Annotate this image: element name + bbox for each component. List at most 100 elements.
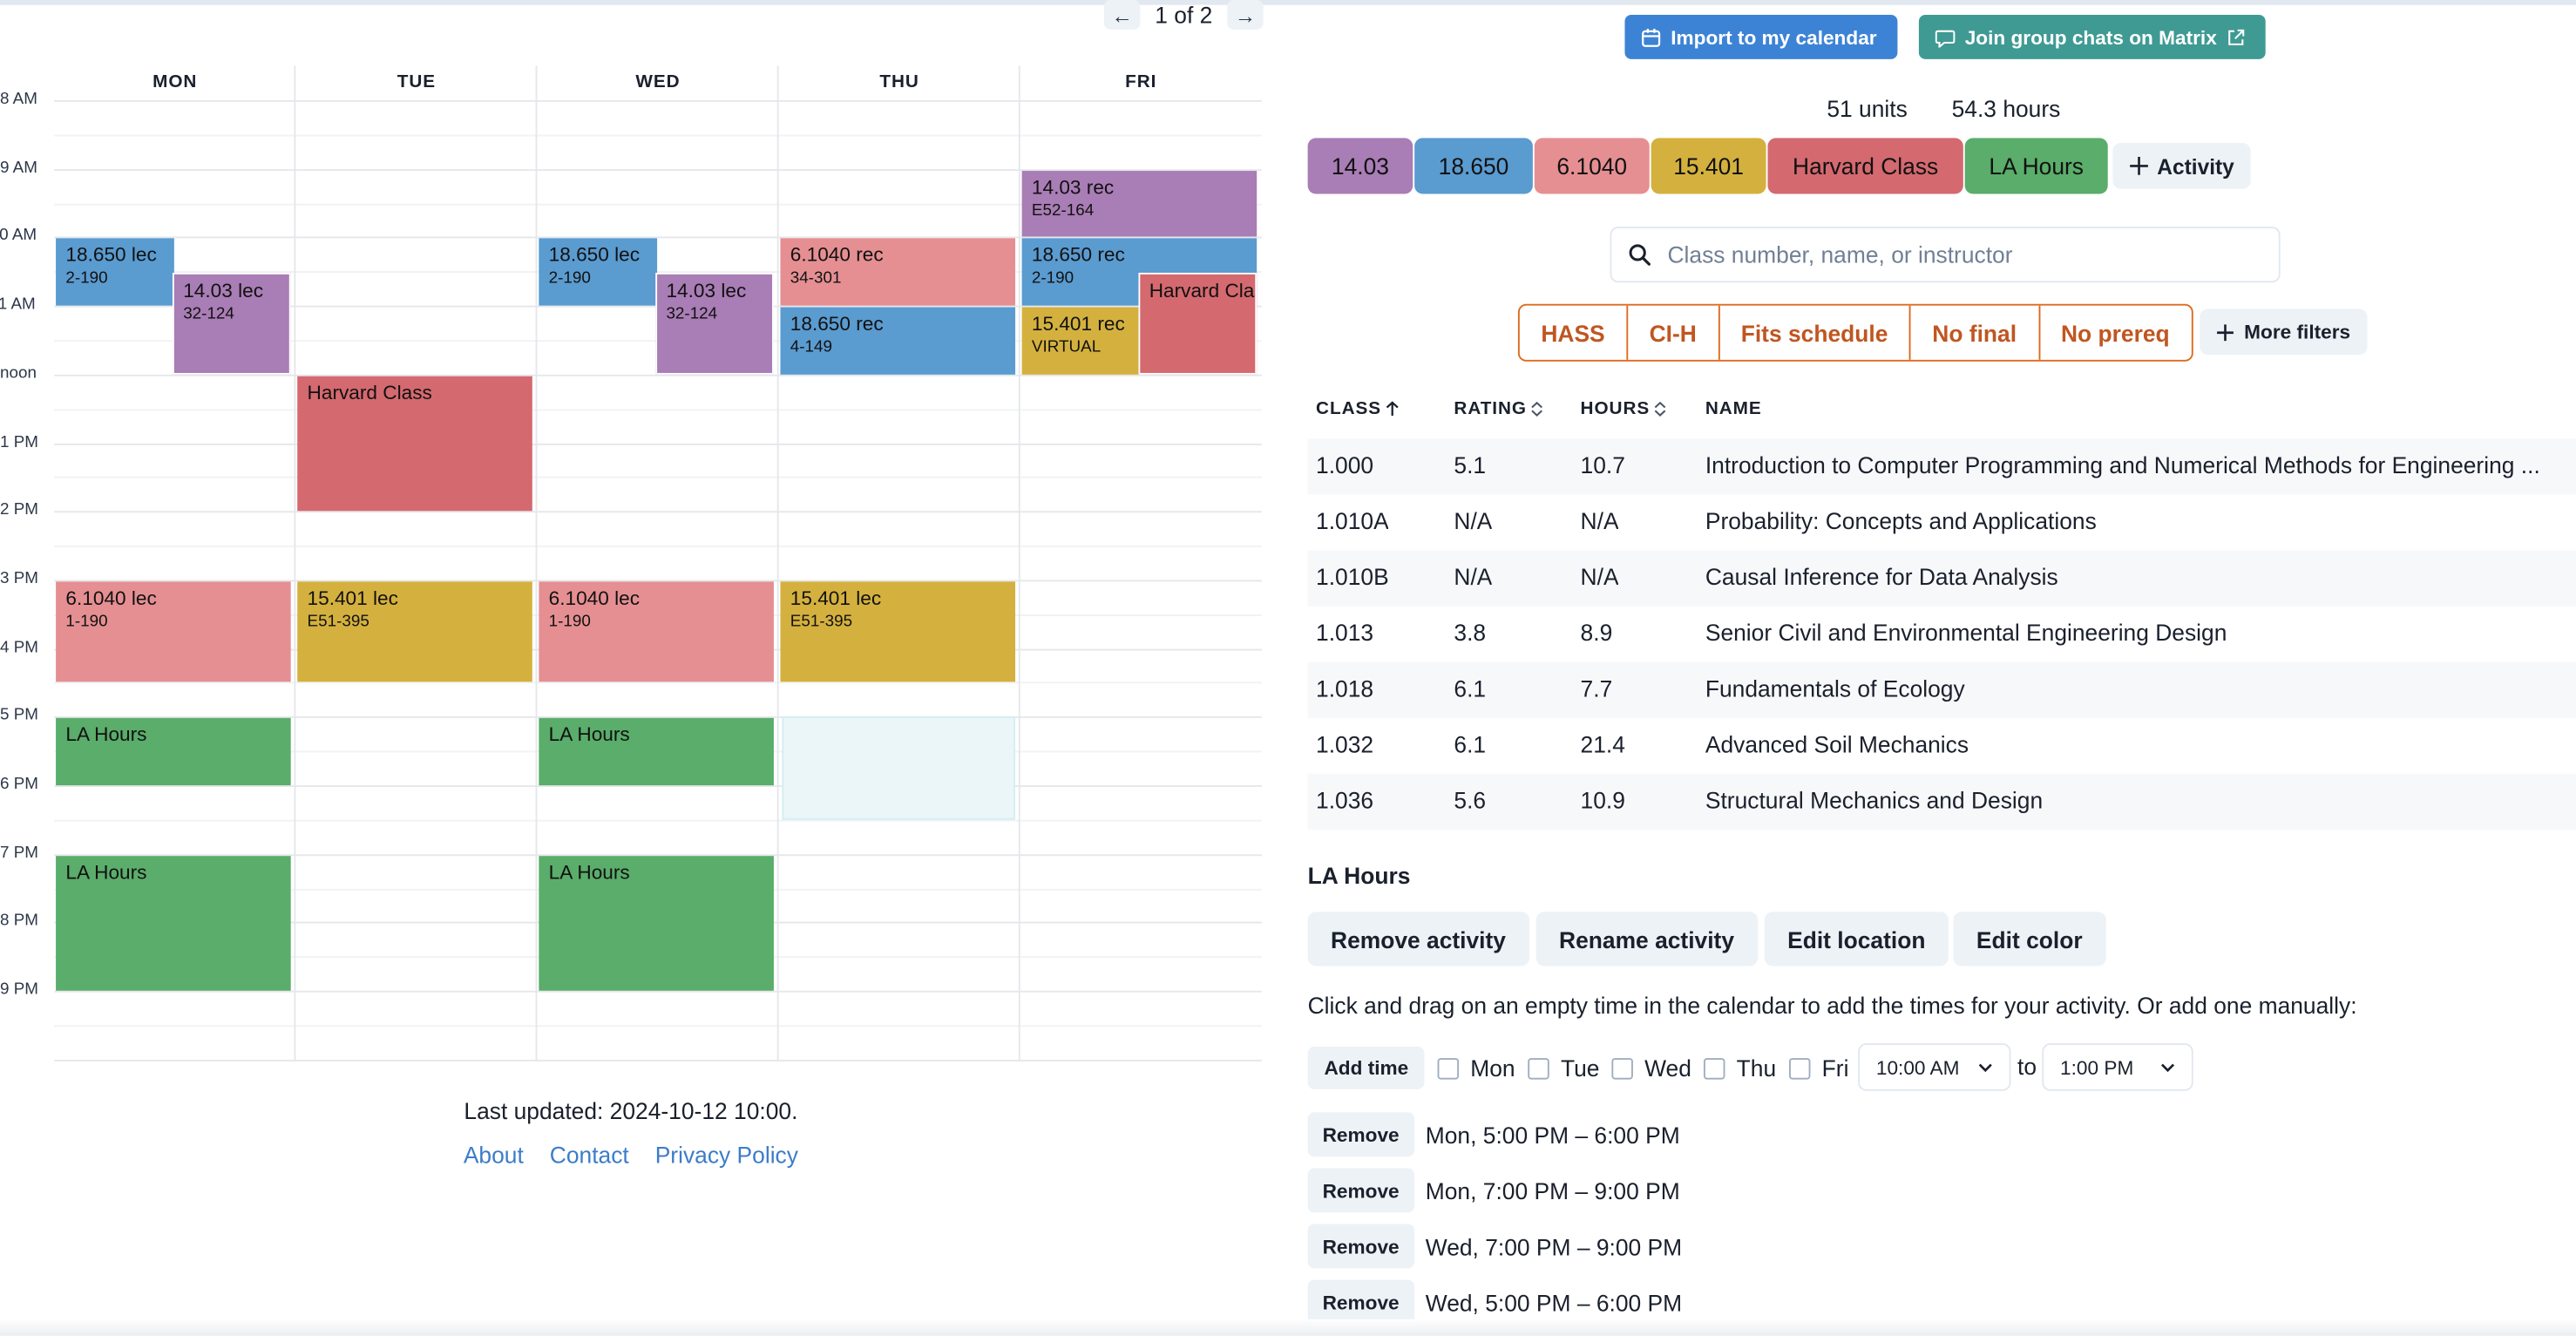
activity-time-text: Wed, 7:00 PM – 9:00 PM (1425, 1232, 1683, 1260)
event-title: 14.03 lec (666, 279, 747, 303)
calendar-event[interactable]: LA Hours (56, 855, 291, 991)
import-calendar-button[interactable]: Import to my calendar (1624, 14, 1898, 59)
filter-no-final[interactable]: No final (1911, 305, 2040, 360)
grid-line (54, 99, 1262, 102)
calendar-event[interactable]: 18.650 lec 2-190 (56, 239, 173, 306)
calendar-event[interactable]: 18.650 lec 2-190 (539, 239, 657, 306)
sort-ascending-icon (1386, 401, 1399, 416)
event-room: E52-164 (1031, 201, 1095, 220)
prev-schedule-button[interactable]: ← (1103, 0, 1141, 30)
more-filters-button[interactable]: More filters (2200, 309, 2367, 356)
start-time-select[interactable]: 10:00 AM (1858, 1043, 2011, 1091)
remove-time-button[interactable]: Remove (1307, 1168, 1414, 1213)
checkbox[interactable] (1611, 1057, 1633, 1079)
table-row[interactable]: 1.013 3.8 8.9 Senior Civil and Environmenta… (1308, 607, 2576, 662)
day-header: TUE (397, 71, 437, 92)
calendar-event[interactable]: 14.03 rec E52-164 (1021, 170, 1257, 238)
column-header-class[interactable]: CLASS (1316, 399, 1400, 419)
table-row[interactable]: 1.018 6.1 7.7 Fundamentals of Ecology (1307, 661, 2576, 718)
table-row[interactable]: 1.032 6.1 21.4 Advanced Soil Mechanics (1308, 718, 2576, 774)
day-checkbox-thu[interactable]: Thu (1703, 1053, 1776, 1082)
grid-line (54, 443, 1262, 444)
day-label: Wed (1644, 1055, 1691, 1082)
selected-time-slot[interactable] (782, 716, 1016, 820)
class-pill[interactable]: Harvard Class (1767, 138, 1963, 194)
day-header: FRI (1125, 71, 1157, 92)
calendar-event[interactable]: Harvard Class (1137, 273, 1257, 375)
event-title: LA Hours (548, 860, 630, 884)
day-checkbox-fri[interactable]: Fri (1788, 1053, 1848, 1082)
day-checkbox-tue[interactable]: Tue (1528, 1053, 1599, 1082)
calendar-event[interactable]: LA Hours (539, 855, 774, 991)
calendar-event[interactable]: 15.401 lec E51-395 (297, 581, 532, 683)
last-updated: Last updated: 2024-10-12 10:00. (464, 1097, 798, 1124)
table-row[interactable]: 1.036 5.6 10.9 Structural Mechanics and Des… (1307, 773, 2576, 831)
calendar-event[interactable]: 6.1040 lec 1-190 (539, 581, 774, 683)
event-title: LA Hours (65, 723, 147, 747)
calendar-event[interactable]: 15.401 rec VIRTUAL (1021, 307, 1140, 375)
calendar-event[interactable]: LA Hours (56, 718, 291, 786)
class-pill[interactable]: 6.1040 (1534, 138, 1650, 194)
next-schedule-button[interactable]: → (1227, 0, 1264, 30)
class-number: 1.013 (1316, 619, 1374, 646)
rename-activity-button[interactable]: Rename activity (1535, 912, 1758, 966)
checkbox[interactable] (1437, 1057, 1460, 1079)
calendar[interactable]: MON TUE WED THU FRI 8 AM 9 AM 10 AM 11 AM noon 1 P… (0, 65, 1262, 1061)
remove-time-button[interactable]: Remove (1307, 1224, 1414, 1269)
class-search-input[interactable]: Class number, name, or instructor (1610, 227, 2281, 283)
arrow-left-icon: ← (1111, 2, 1133, 28)
event-room: E51-395 (307, 612, 369, 631)
event-title: 14.03 rec (1031, 175, 1115, 199)
calendar-event[interactable]: 18.650 rec 4-149 (780, 307, 1016, 375)
class-pill[interactable]: 18.650 (1414, 138, 1533, 194)
class-name: Introduction to Computer Programming and… (1705, 451, 2540, 478)
add-time-button[interactable]: Add time (1307, 1046, 1426, 1089)
schedule-pager: ← 1 of 2 → (1103, 0, 1264, 30)
calendar-event[interactable]: 14.03 lec 32-124 (172, 273, 291, 375)
calendar-event[interactable]: 6.1040 lec 1-190 (56, 581, 291, 683)
footer-links: About Contact Privacy Policy (0, 1142, 1262, 1168)
day-checkbox-wed[interactable]: Wed (1611, 1053, 1691, 1082)
matrix-chats-button[interactable]: Join group chats on Matrix (1918, 14, 2266, 59)
contact-link[interactable]: Contact (550, 1142, 629, 1168)
event-room: 32-124 (666, 306, 718, 324)
about-link[interactable]: About (464, 1142, 524, 1168)
filter-no-prereq[interactable]: No prereq (2039, 306, 2191, 360)
class-pill[interactable]: 15.401 (1651, 138, 1766, 194)
activity-time-row: Remove Wed, 5:00 PM – 6:00 PM (1307, 1279, 1682, 1325)
checkbox[interactable] (1528, 1057, 1549, 1079)
event-title: 18.650 rec (1031, 243, 1125, 268)
column-header-rating[interactable]: RATING (1454, 399, 1544, 419)
remove-activity-button[interactable]: Remove activity (1307, 912, 1529, 966)
edit-color-button[interactable]: Edit color (1953, 912, 2106, 966)
class-rating: 5.6 (1454, 787, 1487, 814)
edit-location-button[interactable]: Edit location (1764, 912, 1949, 966)
end-time-select[interactable]: 1:00 PM (2042, 1043, 2193, 1091)
table-row[interactable]: 1.000 5.1 10.7 Introduction to Computer Pro… (1307, 438, 2576, 495)
calendar-event[interactable]: Harvard Class (297, 376, 532, 512)
calendar-event[interactable]: 6.1040 rec 34-301 (780, 239, 1016, 306)
calendar-event[interactable]: 14.03 lec 32-124 (654, 273, 774, 375)
add-activity-button[interactable]: Activity (2112, 143, 2251, 189)
class-number: 1.010B (1316, 563, 1389, 590)
calendar-event[interactable]: LA Hours (539, 718, 774, 786)
class-hours: 10.7 (1580, 451, 1625, 478)
class-pill[interactable]: LA Hours (1964, 138, 2108, 194)
privacy-policy-link[interactable]: Privacy Policy (655, 1142, 798, 1168)
remove-time-button[interactable]: Remove (1307, 1279, 1414, 1325)
filter-hass[interactable]: HASS (1520, 305, 1629, 360)
remove-time-button[interactable]: Remove (1307, 1112, 1414, 1157)
checkbox[interactable] (1788, 1057, 1811, 1079)
class-pill[interactable]: 14.03 (1307, 138, 1413, 194)
checkbox[interactable] (1703, 1057, 1725, 1079)
filter-fits-schedule[interactable]: Fits schedule (1719, 305, 1911, 360)
table-row[interactable]: 1.010B N/A N/A Causal Inference for Data An… (1307, 550, 2576, 607)
column-header-hours[interactable]: HOURS (1581, 399, 1668, 419)
sort-icon (1655, 401, 1666, 417)
filter-ci-h[interactable]: CI-H (1628, 305, 1720, 360)
day-checkbox-mon[interactable]: Mon (1437, 1053, 1515, 1082)
calendar-event[interactable]: 15.401 lec E51-395 (780, 581, 1016, 683)
more-filters-label: More filters (2244, 320, 2351, 344)
table-row[interactable]: 1.010A N/A N/A Probability: Concepts and Ap… (1308, 494, 2576, 550)
filter-group: HASS CI-H Fits schedule No final No prer… (1517, 303, 2193, 362)
